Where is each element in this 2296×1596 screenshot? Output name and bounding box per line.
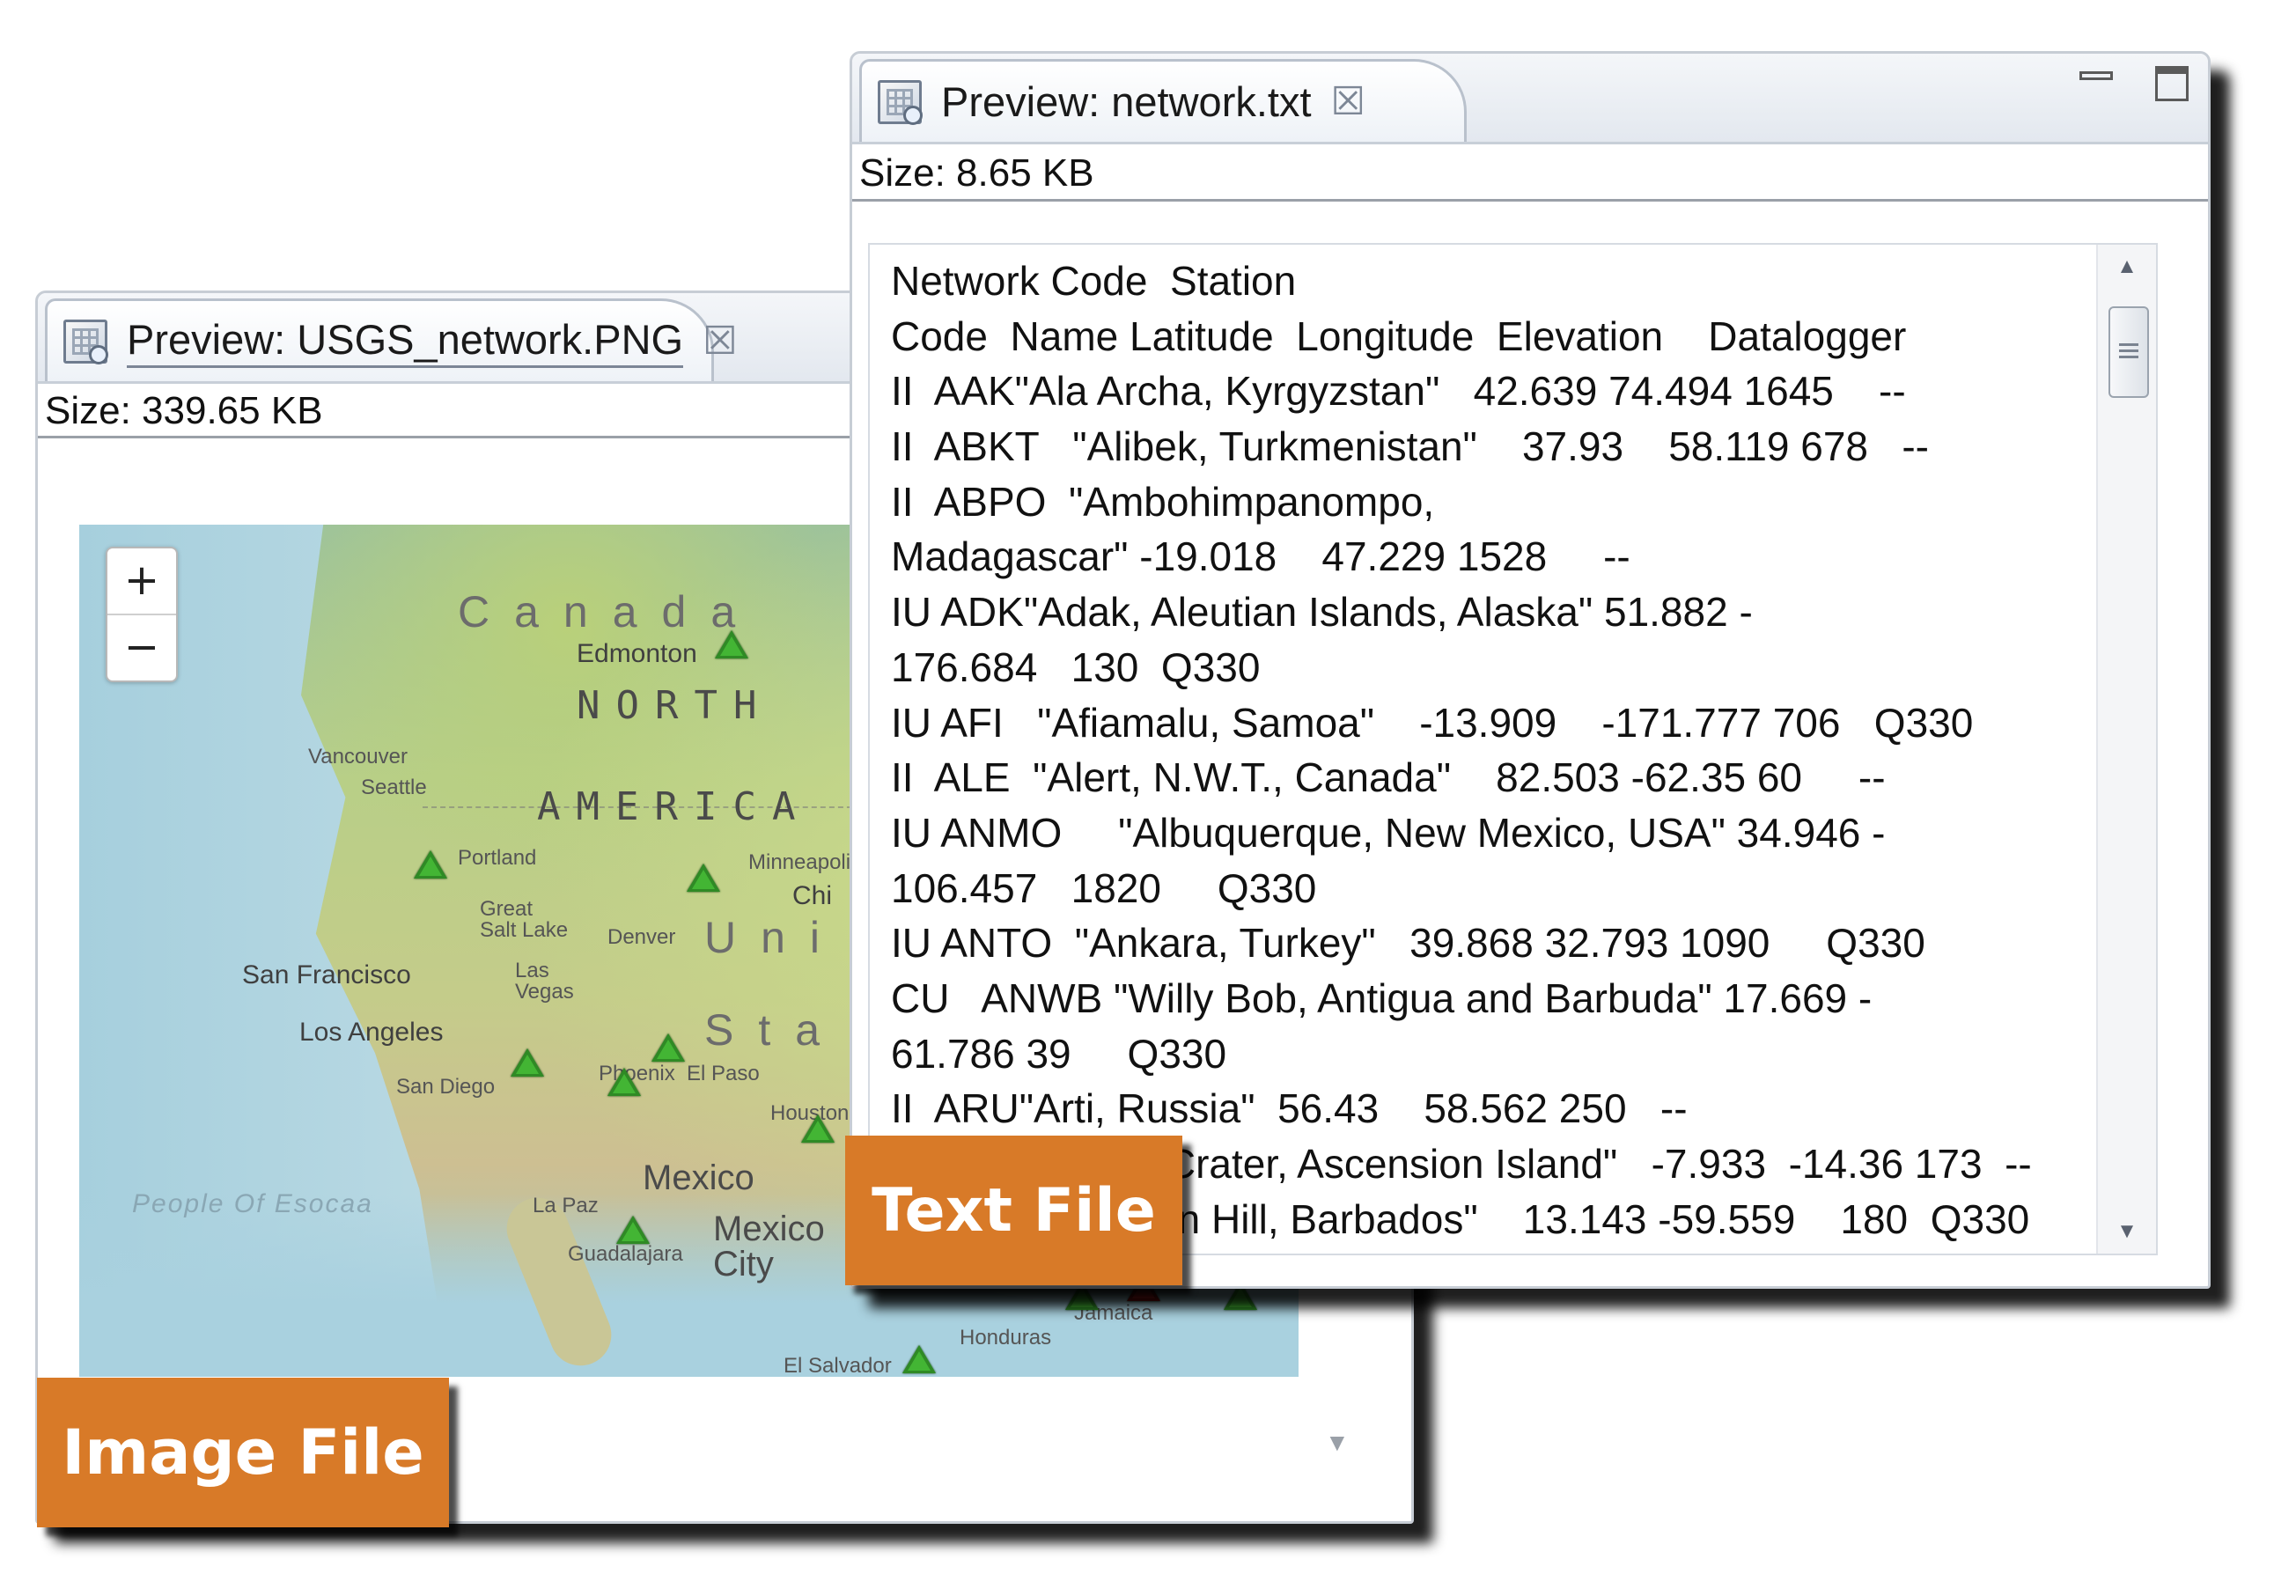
station-marker[interactable] [607, 1068, 641, 1096]
minimize-icon[interactable] [2078, 64, 2115, 101]
text-line: 176.684 130 Q330 [891, 644, 1261, 690]
station-marker[interactable] [715, 630, 748, 658]
map-label-united: Uni [704, 913, 845, 962]
map-label-mexico-city: Mexico City [713, 1210, 825, 1283]
map-label-guadalajara: Guadalajara [568, 1242, 683, 1266]
text-line: Network Code Station [891, 258, 1297, 304]
text-lines: Network Code Station Code Name Latitude … [891, 245, 2088, 1247]
close-icon[interactable]: ☒ [703, 321, 737, 361]
station-marker[interactable] [616, 1216, 650, 1244]
text-file-callout: Text File [845, 1136, 1182, 1285]
text-line: Code Name Latitude Longitude Elevation D… [891, 313, 1907, 359]
map-label-states: Sta [704, 1005, 845, 1055]
text-preview-tab-title: Preview: network.txt [941, 78, 1312, 125]
image-preview-tab-title: Preview: USGS_network.PNG [127, 315, 684, 368]
image-scroll-down-button[interactable]: ▼ [1325, 1429, 1350, 1457]
station-marker[interactable] [414, 850, 447, 879]
station-marker[interactable] [511, 1048, 544, 1077]
map-label-el-salvador: El Salvador [784, 1354, 892, 1377]
map-label-edmonton: Edmonton [577, 639, 697, 668]
scroll-down-button[interactable]: ▼ [2098, 1210, 2156, 1254]
text-line: IU ANTO "Ankara, Turkey" 39.868 32.793 1… [891, 920, 1925, 967]
map-zoom-control: + − [106, 547, 178, 682]
image-file-callout: Image File [37, 1378, 449, 1527]
text-preview-window: Preview: network.txt ☒ Size: 8.65 KB Net… [850, 51, 2211, 1289]
text-line: II ALE "Alert, N.W.T., Canada" 82.503 -6… [891, 754, 1886, 801]
map-label-el-paso: El Paso [687, 1062, 760, 1085]
window-controls [2078, 64, 2190, 101]
text-line: II ABKT "Alibek, Turkmenistan" 37.93 58.… [891, 423, 1929, 470]
text-line: II ABPO "Ambohimpanompo, [891, 478, 1435, 525]
station-marker[interactable] [687, 864, 720, 892]
scroll-up-button[interactable]: ▲ [2098, 245, 2156, 289]
text-line: IU ADK"Adak, Aleutian Islands, Alaska" 5… [891, 589, 1753, 636]
map-label-mexico: Mexico [643, 1158, 754, 1197]
station-marker[interactable] [651, 1033, 685, 1062]
image-preview-tab[interactable]: Preview: USGS_network.PNG ☒ [45, 298, 738, 381]
map-label-san-francisco: San Francisco [242, 960, 411, 989]
text-preview-tab[interactable]: Preview: network.txt ☒ [859, 59, 1467, 142]
map-label-honduras: Honduras [960, 1326, 1052, 1350]
text-preview-tabbar: Preview: network.txt ☒ [852, 54, 2208, 144]
text-line: II AAK"Ala Archa, Kyrgyzstan" 42.639 74.… [891, 368, 1906, 415]
map-watermark: People Of Esocaa [132, 1189, 373, 1218]
text-line: II ARU"Arti, Russia" 56.43 58.562 250 -- [891, 1085, 1688, 1132]
map-label-vancouver: Vancouver [308, 745, 408, 769]
map-label-la-paz: La Paz [533, 1194, 599, 1217]
map-label-las-vegas: Las Vegas [515, 959, 574, 1004]
map-label-chicago: Chi [792, 881, 833, 910]
vertical-scrollbar[interactable]: ▲ ▼ [2096, 245, 2156, 1254]
map-label-los-angeles: Los Angeles [299, 1018, 444, 1047]
zoom-in-button[interactable]: + [107, 548, 176, 615]
text-line: 61.786 39 Q330 [891, 1030, 1227, 1077]
text-size-label: Size: 8.65 KB [852, 144, 2208, 202]
map-label-america: AMERICA [537, 784, 812, 829]
text-content-area[interactable]: Network Code Station Code Name Latitude … [868, 243, 2158, 1255]
map-label-san-diego: San Diego [396, 1075, 496, 1099]
text-line: Madagascar" -19.018 47.229 1528 -- [891, 533, 1630, 580]
map-label-portland: Portland [458, 846, 537, 870]
scroll-thumb[interactable] [2108, 306, 2149, 398]
text-line: IU ANMO "Albuquerque, New Mexico, USA" 3… [891, 809, 1886, 856]
text-line: CU ANWB "Willy Bob, Antigua and Barbuda"… [891, 975, 1873, 1021]
map-label-salt-lake: Great Salt Lake [480, 897, 569, 942]
close-icon[interactable]: ☒ [1331, 82, 1365, 121]
text-line: IU AFI "Afiamalu, Samoa" -13.909 -171.77… [891, 699, 1974, 746]
station-marker[interactable] [902, 1345, 936, 1373]
map-label-north: NORTH [577, 683, 773, 728]
station-marker[interactable] [801, 1114, 835, 1143]
preview-icon [63, 319, 108, 364]
zoom-out-button[interactable]: − [107, 615, 176, 680]
text-line: 106.457 1820 Q330 [891, 864, 1317, 911]
map-label-seattle: Seattle [361, 776, 427, 799]
map-label-denver: Denver [607, 925, 676, 949]
map-label-minneapolis: Minneapolis [748, 850, 862, 874]
maximize-icon[interactable] [2153, 64, 2190, 101]
preview-icon [878, 79, 923, 125]
